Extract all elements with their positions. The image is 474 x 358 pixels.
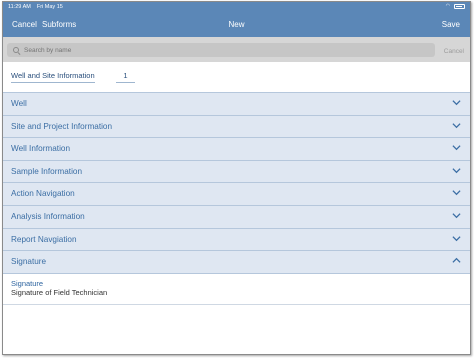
- section-signature[interactable]: Signature: [3, 250, 470, 273]
- divider: [3, 304, 470, 305]
- page-title: New: [228, 20, 245, 29]
- search-input[interactable]: [24, 46, 404, 54]
- wifi-icon: ◠: [445, 3, 450, 9]
- section-label: Well: [11, 99, 27, 108]
- status-bar: 11:29 AM Fri May 15 ◠: [3, 2, 470, 13]
- section-label: Site and Project Information: [11, 121, 113, 131]
- chevron-down-icon[interactable]: [452, 234, 461, 243]
- section-label: Analysis Information: [11, 211, 85, 221]
- section-sample-information[interactable]: Sample Information: [3, 159, 470, 183]
- form-name[interactable]: Well and Site Information: [11, 71, 95, 83]
- section-label: Well Information: [11, 144, 71, 154]
- status-time: 11:29 AM: [8, 4, 31, 10]
- chevron-up-icon[interactable]: [452, 256, 461, 265]
- section-label: Action Navigation: [11, 189, 75, 199]
- section-label: Report Navgiation: [11, 234, 77, 244]
- chevron-down-icon[interactable]: [452, 121, 461, 130]
- chevron-down-icon[interactable]: [452, 211, 461, 220]
- section-site-and-project-information[interactable]: Site and Project Information: [3, 114, 470, 138]
- status-date: Fri May 15: [36, 4, 63, 10]
- signature-field-title: Signature: [11, 279, 44, 288]
- section-label: Sample Information: [11, 166, 82, 176]
- chevron-down-icon[interactable]: [452, 143, 461, 152]
- section-label: Signature: [11, 257, 47, 267]
- save-button[interactable]: Save: [442, 20, 460, 29]
- signature-field-description: Signature of Field Technician: [11, 288, 108, 297]
- section-action-navigation[interactable]: Action Navigation: [3, 182, 470, 205]
- section-analysis-information[interactable]: Analysis Information: [3, 204, 470, 228]
- section-report-navigation[interactable]: Report Navgiation: [3, 227, 470, 251]
- form-header: Well and Site Information 1: [3, 62, 470, 92]
- search-bar: Cancel: [3, 37, 470, 62]
- search-box[interactable]: [7, 43, 435, 57]
- section-well-information[interactable]: Well Information: [3, 137, 470, 160]
- section-list: Well Site and Project Information Well I…: [3, 92, 470, 273]
- chevron-down-icon[interactable]: [452, 166, 461, 175]
- form-number[interactable]: 1: [116, 71, 135, 83]
- chevron-down-icon[interactable]: [452, 98, 461, 107]
- signature-field[interactable]: Signature Signature of Field Technician: [3, 273, 470, 305]
- search-cancel-button[interactable]: Cancel: [444, 48, 464, 55]
- navigation-bar: Cancel Subforms New Save: [3, 13, 470, 37]
- app-window: 11:29 AM Fri May 15 ◠ Cancel Subforms Ne…: [2, 1, 471, 355]
- search-icon: [13, 46, 20, 54]
- battery-icon: [454, 4, 465, 9]
- chevron-down-icon[interactable]: [452, 188, 461, 197]
- section-well[interactable]: Well: [3, 92, 470, 115]
